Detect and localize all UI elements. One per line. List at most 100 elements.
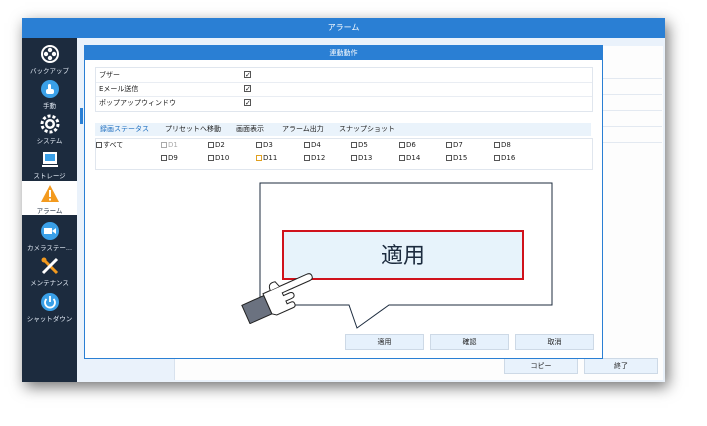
channel-grid: すべて D1 D2 D3 D4 D5 D6 D7 D8 D9 D10 D11 D…	[95, 138, 593, 170]
channel-checkbox[interactable]: D16	[494, 154, 515, 163]
tab-alarm-output[interactable]: アラーム出力	[282, 123, 324, 136]
tab-record-status[interactable]: 録画ステータス	[100, 123, 149, 136]
channel-checkbox[interactable]: D11	[256, 154, 277, 163]
sidebar-item-label: バックアップ	[30, 67, 69, 75]
option-label: Eメール送信	[99, 85, 139, 93]
checkbox-box	[446, 142, 452, 148]
checkbox-box	[161, 142, 167, 148]
sidebar-item-manual[interactable]: 手動	[22, 76, 77, 110]
checkbox-box	[446, 155, 452, 161]
channel-checkbox[interactable]: D5	[351, 141, 368, 150]
channel-checkbox[interactable]: D3	[256, 141, 273, 150]
channel-checkbox[interactable]: D13	[351, 154, 372, 163]
channel-label: D16	[501, 154, 516, 162]
select-all-checkbox[interactable]: すべて	[96, 141, 123, 150]
channel-label: D10	[215, 154, 230, 162]
channel-label: D7	[453, 141, 463, 149]
sidebar-item-label: シャットダウン	[26, 315, 73, 323]
channel-label: D2	[215, 141, 225, 149]
sidebar-item-label: システム	[36, 137, 63, 145]
channel-label: D15	[453, 154, 468, 162]
apply-button[interactable]: 適用	[345, 334, 424, 350]
sidebar-item-maintenance[interactable]: メンテナンス	[22, 253, 77, 287]
sidebar-item-alarm[interactable]: アラーム	[22, 181, 77, 215]
option-label: ブザー	[99, 71, 120, 79]
manual-record-icon	[40, 80, 59, 98]
checkbox-box	[304, 142, 310, 148]
sidebar-item-label: カメラステー...	[26, 244, 73, 252]
storage-icon	[41, 152, 58, 167]
channel-label: D8	[501, 141, 511, 149]
tab-bar: 録画ステータス プリセットへ移動 画面表示 アラーム出力 スナップショット	[95, 123, 591, 136]
checkbox-box	[351, 155, 357, 161]
selection-marker	[80, 108, 83, 124]
pointing-hand-icon	[241, 273, 313, 324]
sidebar: バックアップ 手動 システム ストレージ アラーム カメラステー... メンテナ…	[22, 38, 77, 382]
channel-label: D9	[168, 154, 178, 162]
option-row-email: Eメール送信 ✓	[96, 82, 592, 97]
channel-label: D1	[168, 141, 178, 149]
channel-checkbox[interactable]: D9	[161, 154, 178, 163]
checkbox-box	[256, 155, 262, 161]
dialog-title: 連動動作	[85, 46, 602, 60]
sidebar-item-label: ストレージ	[33, 172, 66, 180]
checkbox-box	[304, 155, 310, 161]
channel-label: D11	[263, 154, 278, 162]
sidebar-item-label: アラーム	[36, 207, 63, 215]
tools-icon	[41, 257, 58, 275]
channel-label: D6	[406, 141, 416, 149]
select-all-label: すべて	[103, 141, 124, 149]
channel-checkbox[interactable]: D10	[208, 154, 229, 163]
channel-checkbox[interactable]: D14	[399, 154, 420, 163]
window-title: アラーム	[22, 18, 665, 38]
tab-display[interactable]: 画面表示	[236, 123, 264, 136]
alarm-options: ブザー ✓ Eメール送信 ✓ ポップアップウィンドウ ✓	[95, 67, 593, 112]
checkbox-box	[96, 142, 102, 148]
channel-label: D3	[263, 141, 273, 149]
checkbox-box	[494, 155, 500, 161]
sidebar-item-backup[interactable]: バックアップ	[22, 41, 77, 75]
checkbox-box	[208, 142, 214, 148]
cancel-button[interactable]: 取消	[515, 334, 594, 350]
copy-button[interactable]: コピー	[504, 358, 578, 374]
channel-checkbox[interactable]: D12	[304, 154, 325, 163]
sidebar-item-system[interactable]: システム	[22, 111, 77, 145]
warning-icon	[40, 185, 59, 202]
channel-label: D12	[311, 154, 326, 162]
channel-checkbox[interactable]: D15	[446, 154, 467, 163]
option-row-buzzer: ブザー ✓	[96, 68, 592, 83]
checkbox-box	[351, 142, 357, 148]
confirm-button[interactable]: 確認	[430, 334, 509, 350]
option-row-popup: ポップアップウィンドウ ✓	[96, 96, 592, 110]
channel-checkbox[interactable]: D6	[399, 141, 416, 150]
sidebar-item-shutdown[interactable]: シャットダウン	[22, 289, 77, 323]
tab-preset[interactable]: プリセットへ移動	[165, 123, 221, 136]
checkbox-box	[399, 155, 405, 161]
buzzer-checkbox[interactable]: ✓	[244, 71, 251, 79]
popup-checkbox[interactable]: ✓	[244, 99, 251, 107]
sidebar-item-label: 手動	[43, 102, 56, 110]
checkbox-box	[399, 142, 405, 148]
backup-icon	[40, 45, 59, 63]
camera-icon	[40, 222, 59, 240]
sidebar-item-label: メンテナンス	[30, 279, 69, 287]
exit-button[interactable]: 終了	[584, 358, 658, 374]
channel-checkbox[interactable]: D4	[304, 141, 321, 150]
checkbox-box	[161, 155, 167, 161]
channel-checkbox: D1	[161, 141, 178, 150]
checkbox-box	[208, 155, 214, 161]
sidebar-item-camera[interactable]: カメラステー...	[22, 218, 77, 252]
email-checkbox[interactable]: ✓	[244, 85, 251, 93]
checkbox-box	[494, 142, 500, 148]
channel-checkbox[interactable]: D7	[446, 141, 463, 150]
tab-snapshot[interactable]: スナップショット	[339, 123, 395, 136]
channel-label: D5	[358, 141, 368, 149]
power-icon	[40, 293, 59, 311]
option-label: ポップアップウィンドウ	[99, 99, 176, 107]
channel-checkbox[interactable]: D8	[494, 141, 511, 150]
checkbox-box	[256, 142, 262, 148]
channel-label: D4	[311, 141, 321, 149]
channel-label: D14	[406, 154, 421, 162]
sidebar-item-storage[interactable]: ストレージ	[22, 146, 77, 180]
channel-checkbox[interactable]: D2	[208, 141, 225, 150]
